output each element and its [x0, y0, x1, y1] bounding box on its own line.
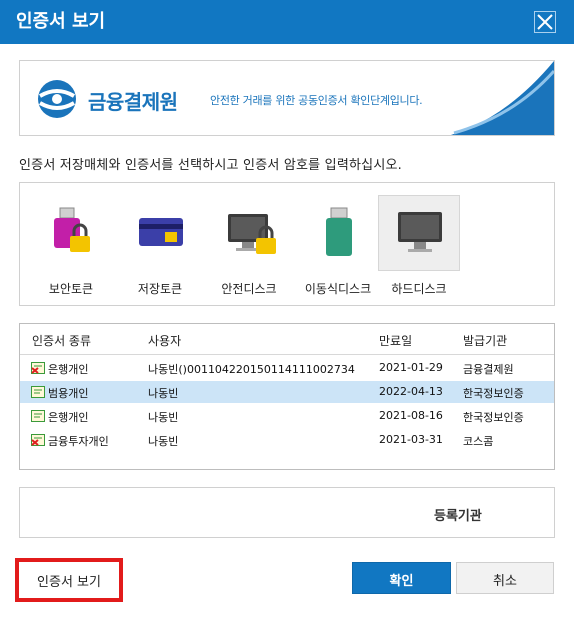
table-row[interactable]: 금융투자개인 나동빈 2021-03-31 코스콤 — [20, 429, 554, 451]
media-label-secure-disk: 안전디스크 — [221, 282, 277, 296]
cell-type: 범용개인 — [48, 387, 89, 400]
cell-issuer: 코스콤 — [463, 435, 494, 448]
cell-issuer: 한국정보인증 — [463, 387, 524, 400]
cell-user: 나동빈 — [148, 387, 179, 400]
column-header-expiry[interactable]: 만료일 — [379, 332, 412, 349]
media-label-removable-disk: 이동식디스크 — [304, 282, 372, 296]
certificate-table: 인증서 종류 사용자 만료일 발급기관 은행개인 나동빈()0011042201… — [19, 323, 555, 470]
media-security-token[interactable] — [30, 195, 112, 271]
column-header-user[interactable]: 사용자 — [148, 332, 181, 349]
storage-token-icon — [139, 218, 183, 246]
expired-certificate-icon — [31, 434, 45, 446]
secure-disk-icon — [228, 214, 276, 254]
kftc-logo-icon — [38, 80, 76, 118]
registration-authority-label: 등록기관 — [434, 509, 482, 524]
cell-expiry: 2022-04-13 — [379, 385, 443, 398]
close-button[interactable] — [534, 11, 556, 33]
brand-name: 금융결제원 — [88, 90, 178, 114]
media-label-security-token: 보안토큰 — [48, 282, 94, 296]
column-header-type[interactable]: 인증서 종류 — [32, 332, 91, 349]
cell-expiry: 2021-01-29 — [379, 361, 443, 374]
cell-user: 나동빈 — [148, 435, 179, 448]
close-icon — [537, 14, 553, 30]
banner-tagline: 안전한 거래를 위한 공동인증서 확인단계입니다. — [210, 94, 423, 107]
banner-swoosh-decoration — [450, 61, 554, 135]
cell-type: 금융투자개인 — [48, 435, 109, 448]
removable-disk-icon — [326, 207, 352, 256]
column-header-issuer[interactable]: 발급기관 — [463, 332, 507, 349]
hard-disk-icon — [398, 212, 442, 252]
cell-type: 은행개인 — [48, 411, 89, 424]
table-row[interactable]: 은행개인 나동빈 2021-08-16 한국정보인증 — [20, 405, 554, 427]
media-secure-disk[interactable] — [208, 195, 290, 271]
media-label-hard-disk: 하드디스크 — [391, 282, 447, 296]
title-bar: 인증서 보기 — [0, 0, 574, 44]
valid-certificate-icon — [31, 386, 45, 398]
valid-certificate-icon — [31, 410, 45, 422]
cell-user: 나동빈()0011042201501141110027​34 — [148, 363, 355, 376]
ok-label: 확인 — [389, 574, 414, 589]
cancel-label: 취소 — [493, 574, 517, 589]
registration-authority-box: 등록기관 — [19, 487, 555, 538]
cell-issuer: 금융결제원 — [463, 363, 514, 376]
media-label-storage-token: 저장토큰 — [137, 282, 183, 296]
instruction-text: 인증서 저장매체와 인증서를 선택하시고 인증서 암호를 입력하십시오. — [19, 158, 402, 173]
window-title: 인증서 보기 — [16, 11, 106, 32]
cell-user: 나동빈 — [148, 411, 179, 424]
cell-type: 은행개인 — [48, 363, 89, 376]
cell-expiry: 2021-08-16 — [379, 409, 443, 422]
cancel-button[interactable]: 취소 — [456, 562, 554, 594]
media-storage-token[interactable] — [119, 195, 201, 271]
storage-media-panel: 보안토큰 저장토큰 안전디스크 이동식디스크 하드디스크 — [19, 182, 555, 306]
security-token-icon — [54, 207, 90, 252]
table-row[interactable]: 은행개인 나동빈()0011042201501141110027​34 2021… — [20, 357, 554, 379]
expired-certificate-icon — [31, 362, 45, 374]
cell-issuer: 한국정보인증 — [463, 411, 524, 424]
media-removable-disk[interactable] — [297, 195, 379, 271]
view-certificate-label: 인증서 보기 — [37, 575, 101, 590]
media-hard-disk[interactable] — [378, 195, 460, 271]
ok-button[interactable]: 확인 — [352, 562, 451, 594]
table-row-selected[interactable]: 범용개인 나동빈 2022-04-13 한국정보인증 — [20, 381, 554, 403]
view-certificate-button[interactable]: 인증서 보기 — [15, 558, 123, 602]
brand-banner: 금융결제원 안전한 거래를 위한 공동인증서 확인단계입니다. — [19, 60, 555, 136]
table-header: 인증서 종류 사용자 만료일 발급기관 — [20, 324, 554, 355]
cell-expiry: 2021-03-31 — [379, 433, 443, 446]
